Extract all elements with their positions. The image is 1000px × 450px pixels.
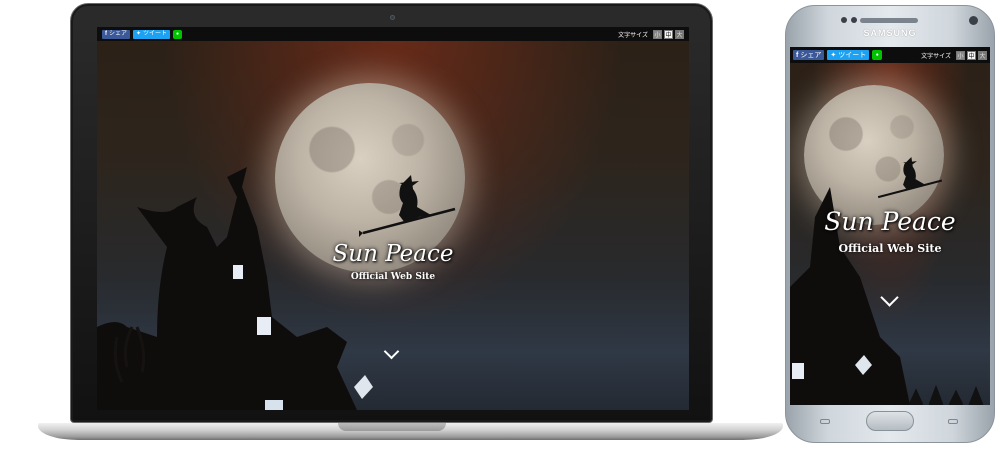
phone-screen: f シェア ✦ ツイート ● 文字サイズ 小 中 大 Sun Peace Off… — [790, 47, 990, 405]
site-subtitle: Official Web Site — [838, 242, 942, 255]
facebook-share-label: シェア — [800, 51, 822, 59]
twitter-icon: ✦ — [830, 51, 837, 59]
font-size-small-button[interactable]: 小 — [956, 50, 965, 60]
font-size-medium-button[interactable]: 中 — [967, 50, 976, 60]
twitter-share-button[interactable]: ✦ ツイート — [827, 50, 870, 60]
share-toolbar: f シェア ✦ ツイート ● 文字サイズ 小 中 大 — [97, 27, 689, 41]
phone-sensor — [851, 17, 857, 23]
font-size-label: 文字サイズ — [618, 32, 648, 39]
font-size-large-button[interactable]: 大 — [675, 29, 684, 39]
laptop-screen: f シェア ✦ ツイート ● 文字サイズ 小 中 大 Sun Peace Off… — [97, 27, 689, 410]
font-size-controls: 文字サイズ 小 中 大 — [618, 29, 684, 39]
phone-home-button[interactable] — [866, 411, 914, 431]
font-size-label: 文字サイズ — [921, 53, 951, 60]
font-size-small-button[interactable]: 小 — [653, 29, 662, 39]
laptop-notch — [338, 423, 446, 431]
site-title: Sun Peace — [824, 207, 956, 236]
facebook-icon: f — [105, 30, 107, 37]
line-icon: ● — [176, 31, 180, 37]
facebook-share-label: シェア — [109, 30, 128, 37]
phone-speaker — [860, 18, 918, 23]
twitter-share-button[interactable]: ✦ ツイート — [133, 29, 171, 39]
phone-back-key[interactable] — [948, 419, 958, 424]
twitter-share-label: ツイート — [838, 51, 867, 59]
haunted-house-silhouette — [97, 167, 373, 410]
haunted-house-silhouette — [790, 187, 984, 405]
facebook-icon: f — [796, 51, 799, 59]
phone-sensor — [841, 17, 847, 23]
line-icon: ● — [875, 52, 879, 58]
twitter-share-label: ツイート — [143, 30, 168, 37]
facebook-share-button[interactable]: f シェア — [793, 50, 825, 60]
font-size-large-button[interactable]: 大 — [978, 50, 987, 60]
laptop-camera — [390, 15, 395, 20]
phone-front-camera — [969, 16, 978, 25]
facebook-share-button[interactable]: f シェア — [102, 29, 131, 39]
phone-brand-logo: SAMSUNG — [863, 28, 917, 38]
site-title: Sun Peace — [332, 241, 454, 267]
phone-recent-key[interactable] — [820, 419, 830, 424]
font-size-medium-button[interactable]: 中 — [664, 29, 673, 39]
font-size-controls: 文字サイズ 小 中 大 — [921, 50, 987, 60]
line-share-button[interactable]: ● — [872, 50, 883, 60]
line-share-button[interactable]: ● — [173, 29, 183, 39]
share-toolbar: f シェア ✦ ツイート ● 文字サイズ 小 中 大 — [790, 47, 990, 63]
site-subtitle: Official Web Site — [350, 272, 436, 282]
twitter-icon: ✦ — [136, 30, 142, 37]
